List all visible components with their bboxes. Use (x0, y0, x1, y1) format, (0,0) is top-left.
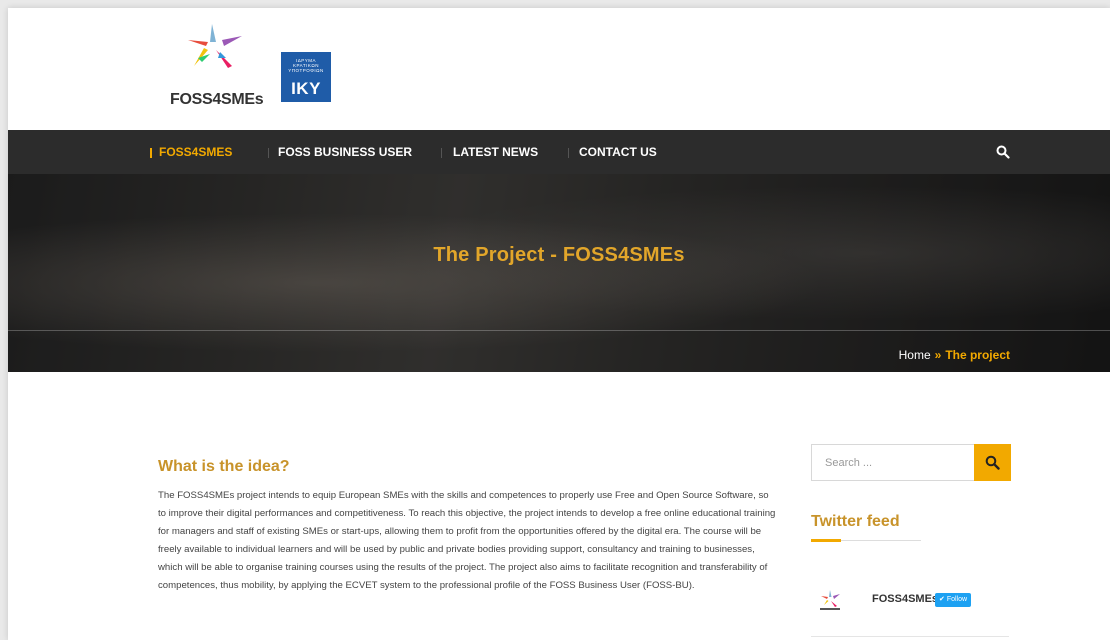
breadcrumb-current: The project (945, 348, 1010, 362)
iky-logo[interactable]: ΙΔΡΥΜΑ ΚΡΑΤΙΚΩΝ ΥΠΟΤΡΟΦΙΩΝ IKY (281, 52, 331, 102)
breadcrumb-separator-icon: » (934, 348, 942, 362)
star-logo-icon (188, 24, 242, 68)
hero-background-image (8, 174, 1110, 372)
iky-line: ΥΠΟΤΡΟΦΙΩΝ (288, 68, 324, 73)
nav-item-foss4smes[interactable]: FOSS4SMES (159, 130, 232, 174)
twitter-account-name[interactable]: FOSS4SMEs (872, 593, 938, 605)
main-nav: FOSS4SMES FOSS BUSINESS USER LATEST NEWS… (8, 130, 1110, 174)
twitter-avatar[interactable] (816, 586, 844, 614)
logo-wordmark: FOSS4SMEs (170, 91, 264, 108)
breadcrumb-home-link[interactable]: Home (899, 348, 931, 362)
section-heading: What is the idea? (158, 458, 290, 475)
search-button[interactable] (974, 444, 1011, 481)
breadcrumb: Home» The project (899, 348, 1010, 362)
iky-subtitle: ΙΔΡΥΜΑ ΚΡΑΤΙΚΩΝ ΥΠΟΤΡΟΦΙΩΝ (284, 58, 328, 73)
hero-divider (8, 330, 1110, 331)
search-icon (985, 455, 1000, 470)
nav-divider (268, 148, 269, 158)
hero-banner: The Project - FOSS4SMEs Home» The project (8, 174, 1110, 372)
search-input[interactable] (812, 445, 972, 480)
page-title: The Project - FOSS4SMEs (433, 244, 685, 266)
nav-item-latest-news[interactable]: LATEST NEWS (453, 130, 538, 174)
site-header: FOSS4SMEs ΙΔΡΥΜΑ ΚΡΑΤΙΚΩΝ ΥΠΟΤΡΟΦΙΩΝ IKY (8, 8, 1110, 130)
page: FOSS4SMEs ΙΔΡΥΜΑ ΚΡΑΤΙΚΩΝ ΥΠΟΤΡΟΦΙΩΝ IKY… (8, 8, 1110, 640)
section-body-text: The FOSS4SMEs project intends to equip E… (158, 490, 776, 591)
twitter-bird-icon: ✔ (939, 596, 945, 603)
nav-divider (568, 148, 569, 158)
iky-wordmark: IKY (291, 79, 321, 98)
nav-active-marker (150, 148, 152, 158)
nav-item-contact-us[interactable]: CONTACT US (579, 130, 657, 174)
twitter-feed-heading: Twitter feed (811, 513, 900, 530)
twitter-divider (811, 636, 1009, 637)
nav-divider (441, 148, 442, 158)
foss4smes-logo[interactable]: FOSS4SMEs (170, 22, 280, 122)
twitter-follow-button[interactable]: ✔ Follow (935, 593, 972, 607)
search-icon[interactable] (996, 145, 1010, 159)
twitter-follow-label: Follow (946, 596, 968, 603)
sidebar-search (811, 444, 1011, 481)
heading-underline-accent (811, 539, 841, 542)
nav-item-foss-business-user[interactable]: FOSS BUSINESS USER (278, 130, 412, 174)
